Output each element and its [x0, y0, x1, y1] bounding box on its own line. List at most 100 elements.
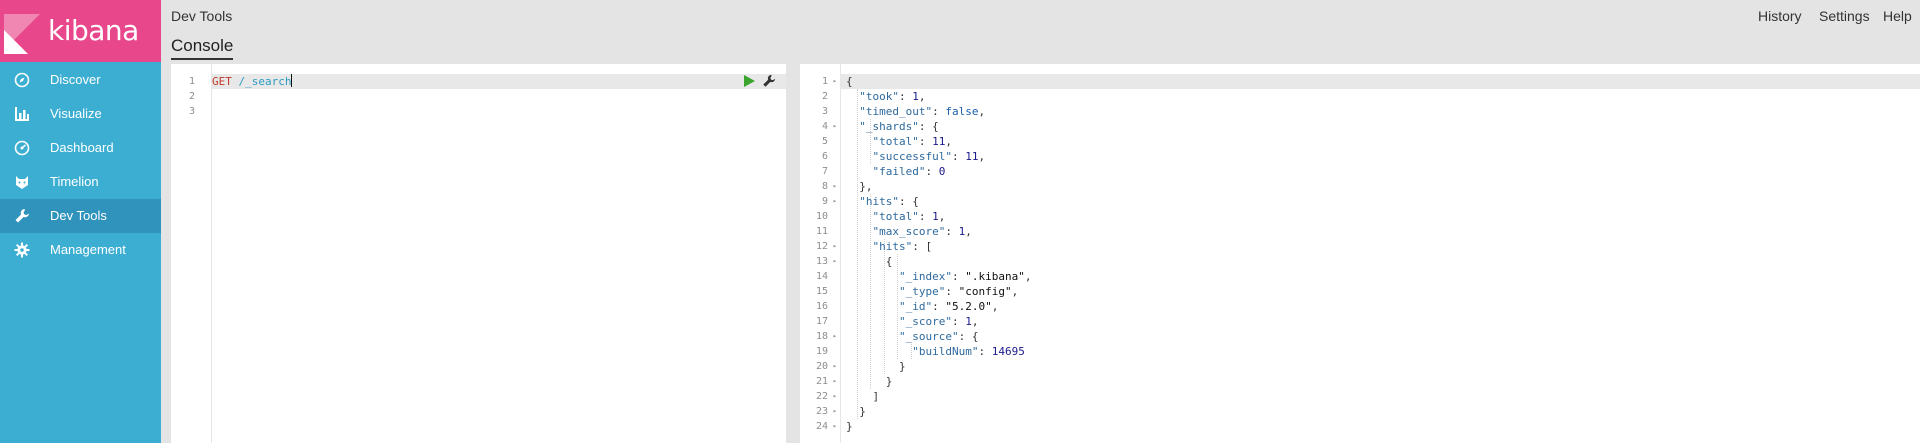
- line-number: 23: [815, 406, 828, 417]
- response-line: "buildNum": 14695: [912, 345, 1025, 358]
- gear-icon: [14, 242, 30, 258]
- line-number: 5: [821, 136, 828, 147]
- line-number: 14: [815, 271, 828, 282]
- response-line: "_index": ".kibana",: [898, 270, 1032, 283]
- response-line: "total": 11,: [872, 135, 952, 148]
- response-gutter: 1 ▸ 2 3 4 ▸ 5 6 7 8 ▸ 9 ▸ 10 11 12 ▸ 13 ▸ 14 15 16 17 18 ▸ 19 20 ▸ 2…: [800, 64, 841, 443]
- response-line: }: [846, 360, 906, 373]
- sidebar-item-label: Visualize: [50, 106, 102, 121]
- sidebar-item-dashboard[interactable]: Dashboard: [0, 131, 161, 165]
- line-number: 21: [815, 376, 828, 387]
- fold-arrow-icon[interactable]: ▸: [833, 329, 837, 344]
- request-url: /_search: [238, 75, 292, 88]
- kibana-logo-icon: [4, 14, 40, 54]
- line-number: 16: [815, 301, 828, 312]
- response-viewer[interactable]: 1 ▸ 2 3 4 ▸ 5 6 7 8 ▸ 9 ▸ 10 11 12 ▸ 13 ▸ 14 15 16 17 18 ▸ 19 20 ▸ 2…: [800, 64, 1920, 443]
- response-line: "hits": [: [872, 240, 933, 253]
- response-line: }: [846, 375, 893, 388]
- line-number: 3: [189, 106, 196, 117]
- request-editor[interactable]: 1 2 3 GET /_search: [171, 64, 786, 443]
- line-number: 1: [189, 76, 196, 87]
- line-number: 13: [815, 256, 828, 267]
- response-line: "successful": 11,: [872, 150, 986, 163]
- play-icon[interactable]: [742, 74, 756, 88]
- response-line: "_type": "config",: [898, 285, 1019, 298]
- line-number: 7: [821, 166, 828, 177]
- compass-icon: [14, 72, 30, 88]
- line-number: 8: [821, 181, 828, 192]
- pane-splitter[interactable]: [788, 64, 798, 443]
- line-number: 1: [821, 76, 828, 87]
- brand-name: kibana: [48, 14, 139, 47]
- line-number: 2: [189, 91, 196, 102]
- sidebar-item-label: Management: [50, 242, 126, 257]
- sidebar: kibana Discover Visualize Dashboard Time…: [0, 0, 161, 443]
- response-line: "failed": 0: [872, 165, 946, 178]
- kibana-logo[interactable]: kibana: [0, 0, 161, 62]
- fold-arrow-icon[interactable]: ▸: [833, 389, 837, 404]
- line-number: 20: [815, 361, 828, 372]
- app-title: Dev Tools: [171, 8, 233, 24]
- sidebar-item-label: Discover: [50, 72, 101, 87]
- line-number: 2: [821, 91, 828, 102]
- line-number: 3: [821, 106, 828, 117]
- line-number: 12: [815, 241, 828, 252]
- fold-arrow-icon[interactable]: ▸: [833, 239, 837, 254]
- wrench-icon: [15, 209, 29, 223]
- response-line: "max_score": 1,: [872, 225, 972, 238]
- tab-console[interactable]: Console: [171, 36, 234, 60]
- response-line: "hits": {: [859, 195, 919, 208]
- line-number: 9: [821, 196, 828, 207]
- line-number: 10: [815, 211, 828, 222]
- sidebar-item-dev-tools[interactable]: Dev Tools: [0, 199, 161, 233]
- fold-arrow-icon[interactable]: ▸: [833, 194, 837, 209]
- line-number: 18: [815, 331, 828, 342]
- response-line: "total": 1,: [872, 210, 946, 223]
- response-line: "_source": {: [898, 330, 979, 343]
- line-number: 6: [821, 151, 828, 162]
- fold-arrow-icon[interactable]: ▸: [833, 74, 837, 89]
- timelion-cat-icon: [16, 176, 28, 189]
- line-number: 19: [815, 346, 828, 357]
- active-line-highlight: [800, 74, 1920, 89]
- response-line: {: [846, 75, 853, 88]
- sidebar-item-timelion[interactable]: Timelion: [0, 165, 161, 199]
- line-number: 4: [821, 121, 828, 132]
- response-line: }: [846, 405, 866, 418]
- response-line: "_id": "5.2.0",: [898, 300, 999, 313]
- console-main: 1 2 3 GET /_search 1 ▸ 2 3 4 ▸ 5 6 7 8 ▸ 9 ▸ 10 11 12 ▸ 1…: [161, 62, 1920, 443]
- settings-link[interactable]: Settings: [1819, 8, 1870, 24]
- fold-arrow-icon[interactable]: ▸: [833, 119, 837, 134]
- bar-chart-icon: [15, 107, 29, 121]
- response-line: "timed_out": false,: [859, 105, 986, 118]
- dashboard-gauge-icon: [14, 140, 30, 156]
- fold-arrow-icon[interactable]: ▸: [833, 179, 837, 194]
- request-line[interactable]: GET /_search: [212, 74, 293, 89]
- response-line: "took": 1,: [859, 90, 926, 103]
- help-link[interactable]: Help: [1883, 8, 1912, 24]
- line-number: 22: [815, 391, 828, 402]
- top-bar: Dev Tools Console History Settings Help: [161, 0, 1920, 62]
- line-number: 17: [815, 316, 828, 327]
- sidebar-item-discover[interactable]: Discover: [0, 63, 161, 97]
- sidebar-item-visualize[interactable]: Visualize: [0, 97, 161, 131]
- request-method: GET: [212, 75, 232, 88]
- fold-arrow-icon[interactable]: ▸: [833, 374, 837, 389]
- wrench-icon[interactable]: [762, 74, 776, 88]
- response-line: ]: [846, 390, 880, 403]
- response-line: },: [846, 180, 873, 193]
- fold-arrow-icon[interactable]: ▸: [833, 254, 837, 269]
- line-number: 15: [815, 286, 828, 297]
- line-number: 24: [815, 421, 828, 432]
- history-link[interactable]: History: [1758, 8, 1802, 24]
- response-line: }: [846, 420, 853, 433]
- fold-arrow-icon[interactable]: ▸: [833, 404, 837, 419]
- response-line: {: [846, 255, 893, 268]
- sidebar-item-label: Dashboard: [50, 140, 114, 155]
- fold-arrow-icon[interactable]: ▸: [833, 359, 837, 374]
- text-cursor: [291, 74, 293, 87]
- fold-arrow-icon[interactable]: ▸: [833, 419, 837, 434]
- line-number: 11: [815, 226, 828, 237]
- sidebar-item-management[interactable]: Management: [0, 233, 161, 267]
- sidebar-item-label: Timelion: [50, 174, 99, 189]
